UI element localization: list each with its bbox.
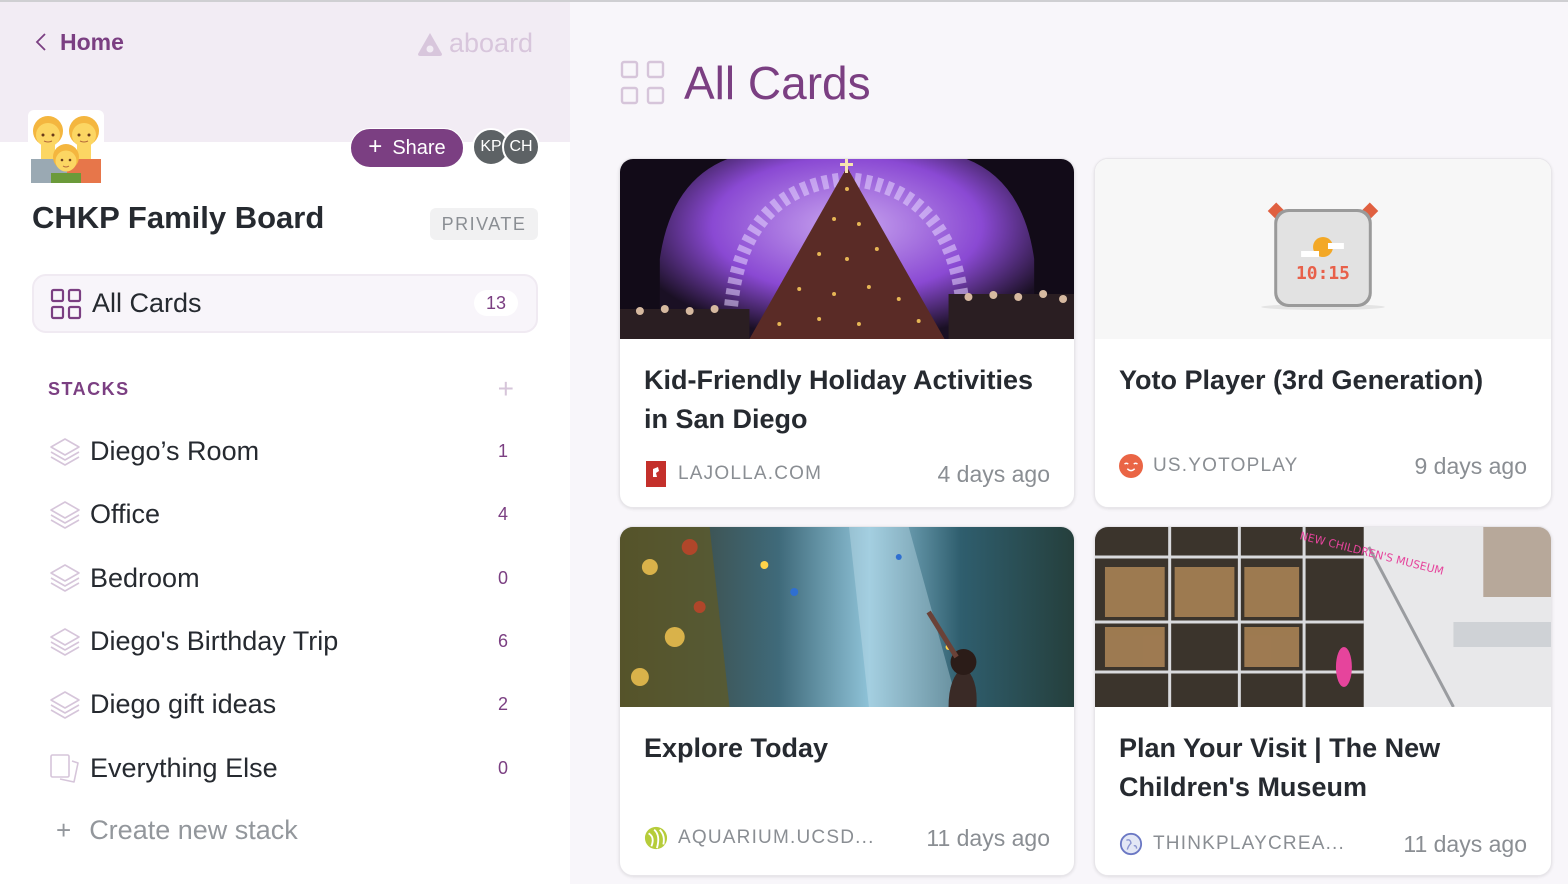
globe-icon [1119, 832, 1143, 856]
plus-icon: + [368, 133, 383, 160]
stack-count: 1 [497, 441, 508, 462]
avatar[interactable]: CH [502, 128, 540, 166]
grid-icon [50, 288, 82, 319]
page-title-text: All Cards [684, 57, 871, 109]
stack-label: Diego gift ideas [90, 689, 277, 720]
stack-icon [50, 501, 80, 529]
card-title: Explore Today [644, 733, 829, 763]
plus-icon: + [56, 814, 72, 845]
aboard-logo-text: aboard [449, 28, 534, 58]
card-meta: THINKPLAYCREA... 11 days ago [1119, 829, 1527, 859]
stack-label: Bedroom [90, 562, 200, 593]
stack-count: 2 [497, 694, 508, 715]
sidebar-item-all-cards[interactable]: All Cards 13 [32, 274, 538, 333]
card-source: THINKPLAYCREA... [1153, 833, 1345, 854]
museum-photo: NEW CHILDREN'S MUSEUM [1095, 527, 1551, 707]
stack-icon [50, 437, 80, 466]
stack-label: Diego's Birthday Trip [90, 626, 339, 657]
holiday-tree-photo [620, 159, 1074, 339]
sidebar-item-stack[interactable]: Office 4 [48, 483, 518, 546]
stacks-title: STACKS [48, 378, 130, 399]
create-stack-button[interactable]: + Create new stack [56, 810, 298, 850]
aquarium-favicon-icon [644, 826, 668, 850]
svg-text:10:15: 10:15 [1296, 263, 1350, 284]
board-title: CHKP Family Board [32, 200, 325, 235]
card-title: Kid-Friendly Holiday Activities in San D… [644, 365, 1034, 434]
main-content: All Cards Kid-Friendly Holiday Activitie… [570, 0, 1568, 884]
card-source: LAJOLLA.COM [678, 463, 823, 484]
stack-list: Diego’s Room 1 Office 4 Bedroom 0 Diego'… [48, 420, 518, 800]
board-emoji-family[interactable] [28, 110, 104, 184]
sidebar-item-stack[interactable]: Bedroom 0 [48, 547, 518, 610]
aquarium-photo [620, 527, 1074, 707]
visibility-badge: PRIVATE [430, 208, 538, 240]
stack-label: Office [90, 499, 161, 530]
card-timestamp: 11 days ago [926, 824, 1050, 851]
sidebar-item-stack[interactable]: Diego’s Room 1 [48, 420, 518, 483]
stack-count: 6 [497, 631, 508, 652]
aboard-logo[interactable]: aboard [416, 28, 533, 59]
family-emoji-icon [31, 116, 101, 183]
lajolla-favicon-icon [646, 461, 666, 487]
share-button[interactable]: + Share [350, 128, 464, 168]
aboard-logo-icon [418, 32, 442, 56]
sidebar-item-label: All Cards [92, 288, 202, 318]
card[interactable]: 10:15 Yoto Player (3rd Generation) US.YO… [1094, 158, 1552, 508]
add-stack-button[interactable]: + [498, 373, 514, 405]
stacks-header: STACKS + [48, 373, 518, 405]
stack-label: Diego’s Room [90, 436, 260, 467]
card-timestamp: 11 days ago [1403, 830, 1527, 857]
card-title: Plan Your Visit | The New Children's Mus… [1119, 733, 1441, 802]
card-title: Yoto Player (3rd Generation) [1119, 365, 1484, 395]
card[interactable]: NEW CHILDREN'S MUSEUM Plan Your Visit | … [1094, 526, 1552, 876]
card[interactable]: Explore Today AQUARIUM.UCSD... 11 days a… [619, 526, 1075, 876]
yoto-favicon-icon [1119, 454, 1143, 478]
grid-icon [620, 60, 665, 105]
card-count-badge: 13 [474, 290, 518, 316]
sidebar-item-everything-else[interactable]: Everything Else 0 [48, 736, 518, 799]
stack-icon [50, 627, 80, 656]
stack-count: 0 [497, 757, 508, 778]
yoto-player-photo: 10:15 [1095, 159, 1551, 339]
card-meta: LAJOLLA.COM 4 days ago [644, 459, 1050, 489]
card-meta: AQUARIUM.UCSD... 11 days ago [644, 823, 1050, 853]
stack-icon [50, 564, 80, 593]
stack-icon [50, 691, 80, 719]
share-label: Share [392, 136, 446, 159]
member-avatars: KP CH [472, 128, 542, 168]
stack-count: 4 [497, 504, 508, 525]
sidebar-item-stack[interactable]: Diego gift ideas 2 [48, 673, 518, 736]
card-timestamp: 4 days ago [937, 460, 1050, 487]
card[interactable]: Kid-Friendly Holiday Activities in San D… [619, 158, 1075, 508]
chevron-left-icon [35, 33, 46, 51]
sidebar-item-stack[interactable]: Diego's Birthday Trip 6 [48, 610, 518, 673]
loose-cards-icon [50, 754, 79, 783]
page-title: All Cards [620, 56, 871, 110]
stack-count: 0 [497, 567, 508, 588]
card-source: AQUARIUM.UCSD... [678, 827, 875, 848]
home-link[interactable]: Home [34, 26, 124, 58]
home-label: Home [60, 28, 124, 55]
card-timestamp: 9 days ago [1414, 452, 1527, 479]
stack-label: Everything Else [90, 752, 278, 783]
sidebar: Home aboard + Share KP CH CHKP Family Bo… [0, 0, 570, 884]
create-stack-label: Create new stack [89, 814, 298, 845]
card-meta: US.YOTOPLAY 9 days ago [1119, 451, 1527, 481]
window-top-border [0, 0, 1568, 2]
card-source: US.YOTOPLAY [1153, 455, 1299, 476]
